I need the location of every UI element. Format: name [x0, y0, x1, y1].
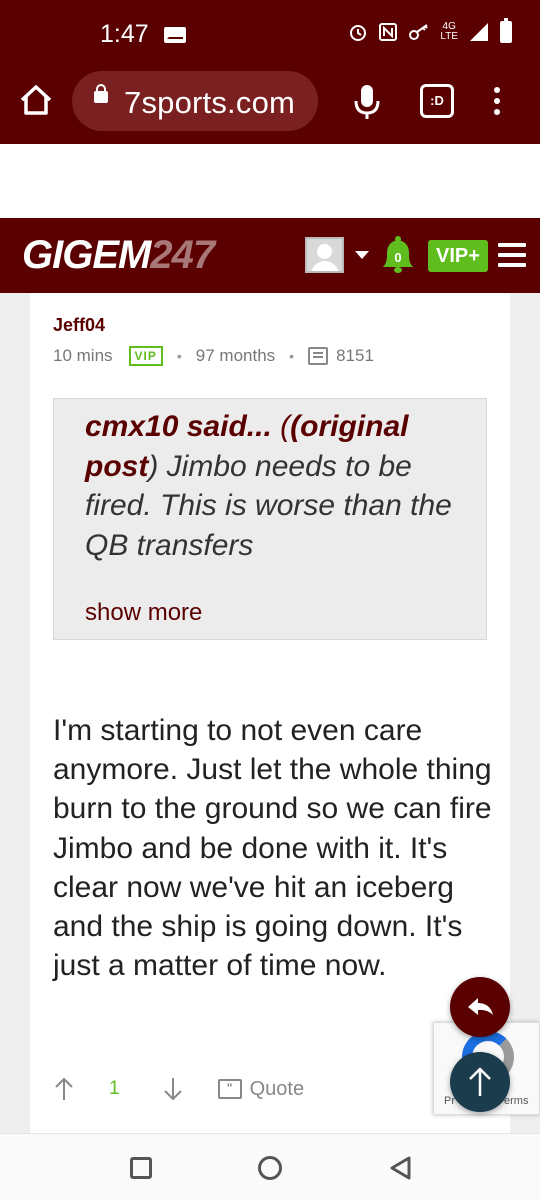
- quote-attribution-paren: (: [280, 410, 291, 443]
- post-count: 8151: [336, 346, 374, 365]
- arrow-up-icon: [469, 1067, 491, 1096]
- quote-original-link-b[interactable]: post: [85, 450, 148, 483]
- mail-icon: [164, 27, 186, 43]
- user-avatar[interactable]: [305, 237, 344, 273]
- separator-dot: •: [176, 348, 182, 364]
- site-header: GIGEM247 0 VIP+: [0, 218, 540, 293]
- microphone-icon[interactable]: [352, 82, 382, 122]
- vip-badge: VIP: [128, 346, 163, 366]
- quote-button-label: Quote: [249, 1077, 305, 1100]
- status-icons: 4G LTE: [348, 18, 512, 43]
- separator-dot: •: [289, 348, 295, 364]
- member-tenure: 97 months: [195, 346, 276, 365]
- tab-switcher-button[interactable]: :D: [420, 84, 454, 118]
- scroll-to-top-button[interactable]: [450, 1052, 510, 1112]
- hamburger-menu-icon[interactable]: [498, 243, 526, 269]
- signal-icon: [470, 23, 488, 41]
- post-body: I'm starting to not even care anymore. J…: [53, 714, 492, 983]
- url-text: 7sports.com: [124, 85, 296, 120]
- quote-attribution[interactable]: cmx10 said...: [85, 410, 272, 443]
- quote-button[interactable]: " Quote: [217, 1077, 305, 1101]
- alarm-icon: [350, 25, 367, 41]
- chevron-down-icon[interactable]: [355, 251, 369, 259]
- show-more-link[interactable]: show more: [85, 599, 202, 627]
- reply-button[interactable]: [450, 977, 510, 1037]
- status-bar: 1:47 4G LTE: [0, 0, 540, 70]
- post-author[interactable]: Jeff04: [53, 315, 105, 336]
- site-logo[interactable]: GIGEM247: [22, 233, 215, 278]
- post-meta: 10 mins VIP • 97 months • 8151: [53, 345, 374, 367]
- upvote-arrow-icon[interactable]: [53, 1076, 75, 1102]
- battery-icon: [500, 18, 512, 43]
- home-circle-icon[interactable]: [258, 1156, 282, 1180]
- vip-plus-button[interactable]: VIP+: [428, 240, 488, 272]
- key-icon: [409, 24, 429, 40]
- comment-icon: [308, 347, 329, 365]
- url-bar[interactable]: 7sports.com: [72, 71, 318, 131]
- reply-icon: [468, 998, 493, 1015]
- quote-attribution-open: ((original: [280, 410, 408, 443]
- quote-attribution-close: ): [148, 449, 159, 483]
- downvote-arrow-icon[interactable]: [162, 1076, 184, 1102]
- vote-count: 1: [109, 1078, 120, 1099]
- network-indicator: 4G LTE: [440, 22, 458, 42]
- logo-text: GIGEM: [22, 233, 151, 277]
- quote-icon: ": [217, 1079, 242, 1099]
- logo-number: 247: [150, 233, 215, 277]
- recents-icon[interactable]: [130, 1157, 152, 1179]
- browser-menu-icon[interactable]: [487, 84, 507, 120]
- network-sub-label: LTE: [440, 31, 458, 42]
- lock-icon: [94, 84, 108, 103]
- nfc-icon: [379, 23, 398, 41]
- home-icon[interactable]: [18, 82, 54, 118]
- notification-count: 0: [394, 250, 402, 265]
- post-time: 10 mins: [53, 346, 113, 365]
- notification-bell[interactable]: 0: [382, 236, 414, 274]
- system-nav-bar: [0, 1133, 540, 1200]
- quote-original-link-a[interactable]: (original: [290, 410, 408, 443]
- status-time: 1:47: [100, 20, 149, 48]
- quoted-post: cmx10 said... ((original post) Jimbo nee…: [53, 398, 487, 640]
- browser-chrome: 1:47 4G LTE 7sports.com :D: [0, 0, 540, 144]
- post-actions: 1 " Quote: [53, 1074, 304, 1104]
- back-triangle-icon[interactable]: [388, 1155, 414, 1181]
- quote-content: cmx10 said... ((original post) Jimbo nee…: [85, 407, 465, 565]
